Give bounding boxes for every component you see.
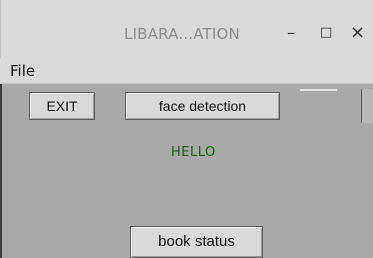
menu-item-file[interactable]: File [10,62,35,80]
book-status-button[interactable]: book status [130,226,263,258]
close-icon[interactable]: × [350,23,365,43]
minimize-icon[interactable]: – [287,23,295,43]
face-detection-button[interactable]: face detection [125,92,280,120]
partial-button[interactable] [361,89,373,123]
window-title: LIBARA...ATION [124,25,240,43]
status-label: HELLO [171,145,216,160]
divider [300,89,337,91]
menu-bar [0,58,373,84]
maximize-icon[interactable]: □ [320,23,332,43]
exit-button[interactable]: EXIT [29,92,95,120]
